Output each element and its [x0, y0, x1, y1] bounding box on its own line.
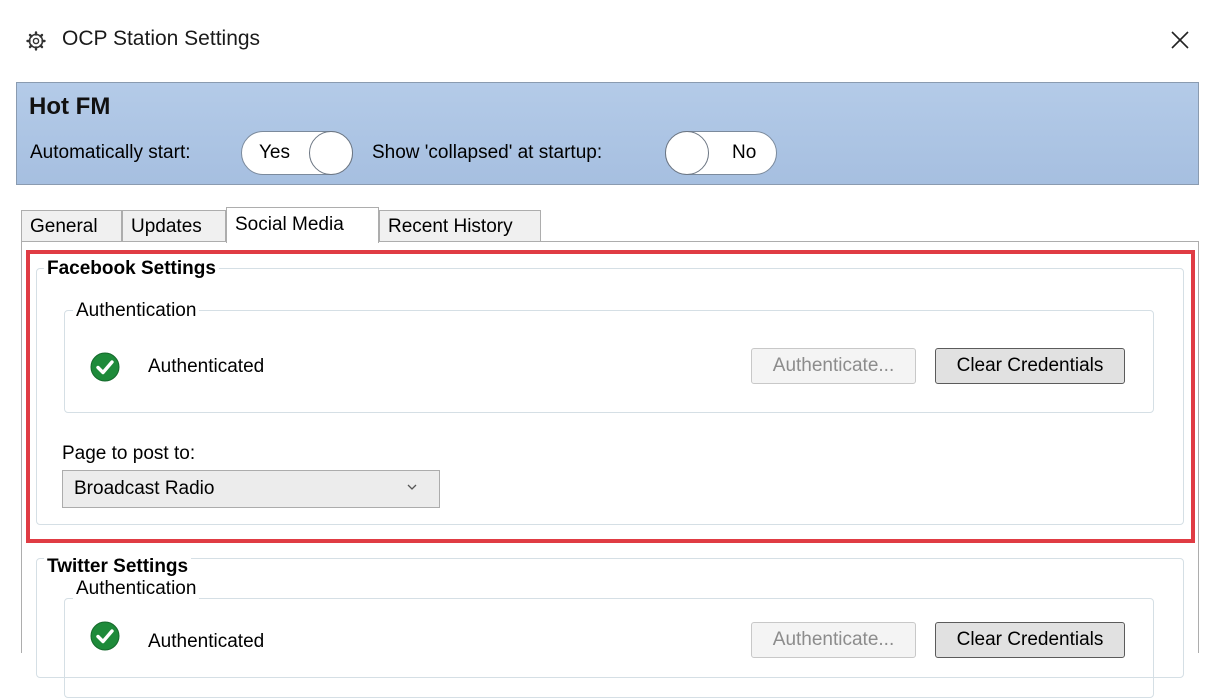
facebook-authenticate-button[interactable]: Authenticate...: [751, 348, 916, 384]
page-to-post-select[interactable]: Broadcast Radio: [62, 470, 440, 508]
collapsed-label: Show 'collapsed' at startup:: [372, 142, 603, 163]
check-circle-icon: [90, 352, 120, 382]
twitter-settings-title: Twitter Settings: [44, 556, 192, 578]
collapsed-value: No: [732, 142, 757, 163]
close-icon: [1171, 31, 1189, 49]
check-circle-icon: [90, 621, 120, 651]
toggle-knob: [665, 131, 709, 175]
collapsed-toggle[interactable]: No: [665, 131, 777, 175]
twitter-auth-status: Authenticated: [148, 631, 265, 652]
chevron-down-icon: [407, 484, 417, 490]
station-name: Hot FM: [29, 93, 111, 120]
facebook-authentication-title: Authentication: [73, 300, 200, 322]
tab-recent-history[interactable]: Recent History: [379, 210, 541, 242]
station-header: Hot FM Automatically start: Yes Show 'co…: [16, 82, 1199, 185]
tab-social-media[interactable]: Social Media: [226, 207, 379, 243]
page-to-post-value: Broadcast Radio: [74, 478, 215, 499]
facebook-auth-status: Authenticated: [148, 356, 265, 377]
auto-start-label: Automatically start:: [30, 142, 191, 163]
toggle-knob: [309, 131, 353, 175]
tab-updates[interactable]: Updates: [122, 210, 226, 242]
facebook-clear-credentials-button[interactable]: Clear Credentials: [935, 348, 1125, 384]
gear-icon: [26, 31, 46, 51]
page-to-post-label: Page to post to:: [62, 443, 196, 464]
tab-general[interactable]: General: [21, 210, 122, 242]
window-title: OCP Station Settings: [62, 27, 261, 50]
facebook-settings-title: Facebook Settings: [44, 258, 219, 280]
title-bar: OCP Station Settings: [0, 0, 1208, 82]
close-button[interactable]: [1160, 20, 1200, 60]
twitter-authentication-title: Authentication: [73, 578, 200, 600]
auto-start-value: Yes: [259, 142, 290, 163]
auto-start-toggle[interactable]: Yes: [241, 131, 353, 175]
